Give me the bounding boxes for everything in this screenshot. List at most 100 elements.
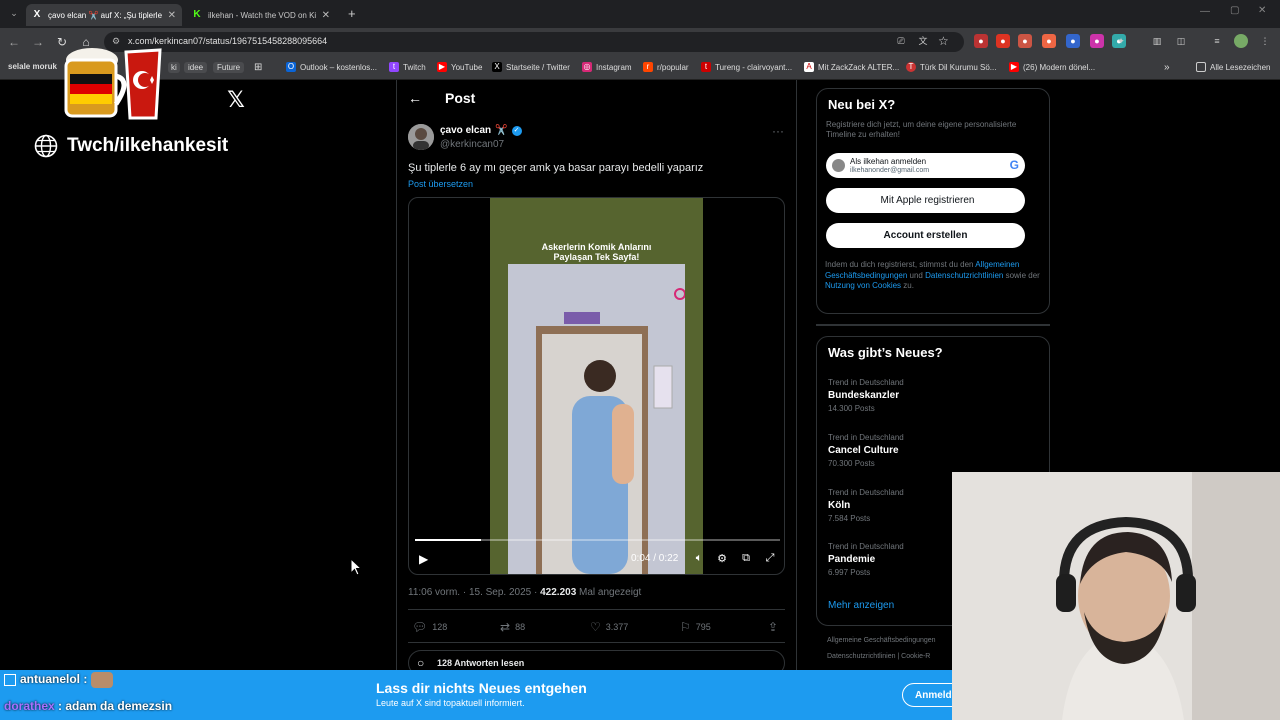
create-account-button[interactable]: Account erstellen <box>826 223 1025 248</box>
extension-icon[interactable]: ● <box>996 34 1010 48</box>
media-control-icon[interactable]: ≡ <box>1210 34 1224 48</box>
reply-button[interactable]: 💬︎ 128 <box>412 620 447 634</box>
bookmark-youtube[interactable]: ▶ YouTube <box>437 62 482 72</box>
tab-kick-vod[interactable]: K ilkehan - Watch the VOD on Ki ✕ <box>186 4 336 26</box>
install-app-icon[interactable]: ⎚ <box>894 34 908 48</box>
close-tab-icon[interactable]: ✕ <box>322 10 330 21</box>
extension-icon[interactable]: ● <box>1090 34 1104 48</box>
x-icon: X <box>492 62 502 72</box>
reading-list-icon[interactable]: ◫ <box>1174 34 1188 48</box>
kick-favicon-icon: K <box>193 9 201 20</box>
profile-avatar[interactable] <box>1234 34 1248 48</box>
footer-links[interactable]: Allgemeine Geschäftsbedingungen <box>827 637 936 644</box>
fullscreen-icon[interactable]: ⤢ <box>763 552 777 565</box>
all-bookmarks[interactable]: Alle Lesezeichen <box>1196 62 1270 72</box>
show-more-link[interactable]: Mehr anzeigen <box>828 600 894 611</box>
signup-title: Neu bei X? <box>828 97 896 112</box>
bookmark-tureng[interactable]: t Tureng - clairvoyant... <box>701 62 792 72</box>
google-signin-button[interactable]: Als ilkehan anmelden ilkehanonder@gmail.… <box>826 153 1025 178</box>
author-handle[interactable]: @kerkincan07 <box>440 139 504 150</box>
chat-emote <box>90 672 113 688</box>
twitch-icon: t <box>389 62 399 72</box>
x-logo[interactable]: 𝕏 <box>224 88 248 112</box>
tab-search-icon[interactable]: ⌄ <box>6 5 22 21</box>
tureng-icon: t <box>701 62 711 72</box>
zackzack-icon: A <box>804 62 814 72</box>
settings-gear-icon[interactable]: ⚙ <box>715 552 729 565</box>
video-progress-bar[interactable] <box>415 539 780 541</box>
address-bar[interactable]: ⚙ x.com/kerkincan07/status/1967515458288… <box>104 32 964 52</box>
legal-text: Indem du dich registrierst, stimmst du d… <box>825 260 1040 290</box>
trend-item[interactable]: Trend in Deutschland Bundeskanzler 14.30… <box>828 378 1028 413</box>
author-name[interactable]: çavo elcan ✂️ ✓ <box>440 125 522 136</box>
post-timestamp[interactable]: 11:06 vorm. · 15. Sep. 2025 · <box>408 587 540 598</box>
like-button[interactable]: ♡ 3.377 <box>590 620 628 634</box>
menu-icon[interactable]: ⋮ <box>1258 34 1272 48</box>
extension-icon[interactable]: ● <box>1066 34 1080 48</box>
close-window-icon[interactable]: ✕ <box>1258 5 1266 16</box>
translate-post-link[interactable]: Post übersetzen <box>408 179 473 189</box>
tab-x-post[interactable]: X çavo elcan ✂️ auf X: „Şu tiplerle ✕ <box>26 4 182 26</box>
repost-button[interactable]: ⇄ 88 <box>500 620 525 634</box>
bookmark-item[interactable]: selale moruk <box>8 62 57 71</box>
back-arrow-icon[interactable]: ← <box>408 90 422 106</box>
forward-icon[interactable]: → <box>30 34 46 50</box>
google-email: ilkehanonder@gmail.com <box>850 167 930 174</box>
chat-badge-icon <box>4 674 16 686</box>
twitch-handle-overlay: Twch/ilkehankesit <box>34 134 228 158</box>
privacy-link[interactable]: Datenschutzrichtlinien <box>925 271 1003 280</box>
footer-links[interactable]: Datenschutzrichtlinien | Cookie-R <box>827 653 930 660</box>
translate-icon[interactable]: 文 <box>916 34 930 48</box>
twitch-handle-text: Twch/ilkehankesit <box>67 135 229 156</box>
trend-item[interactable]: Trend in Deutschland Cancel Culture 70.3… <box>828 433 1028 468</box>
close-tab-icon[interactable]: ✕ <box>168 10 176 21</box>
view-count: 422.203 <box>540 587 577 598</box>
heart-icon: ♡ <box>590 620 601 634</box>
apple-signup-button[interactable]: Mit Apple registrieren <box>826 188 1025 213</box>
author-name-text: çavo elcan <box>440 125 492 136</box>
bookmark-instagram[interactable]: ◎ Instagram <box>582 62 632 72</box>
bookmark-twitter[interactable]: X Startseite / Twitter <box>492 62 570 72</box>
restore-window-icon[interactable]: ▢ <box>1230 5 1239 16</box>
repost-icon: ⇄ <box>500 620 511 634</box>
extension-icon[interactable]: ● <box>974 34 988 48</box>
tab-title: ilkehan - Watch the VOD on Ki <box>208 10 317 20</box>
video-player[interactable]: Askerlerin Komik Anlarını Paylaşan Tek S… <box>408 197 785 575</box>
google-account-avatar <box>832 159 845 172</box>
volume-icon[interactable]: 🔈︎ <box>692 552 706 565</box>
page-title: Post <box>445 90 476 106</box>
bookmarks-bar: selale moruk ki idee Future ⊞ O Outlook –… <box>0 56 1280 80</box>
bookmark-outlook[interactable]: O Outlook – kostenlos... <box>286 62 377 72</box>
bookmark-twitch[interactable]: t Twitch <box>389 62 426 72</box>
extension-icon[interactable]: ● <box>1018 34 1032 48</box>
bookmark-item[interactable]: Future <box>213 62 245 73</box>
verified-badge-icon: ✓ <box>511 125 522 136</box>
bookmark-zackzack[interactable]: A Mit ZackZack ALTER... <box>804 62 899 72</box>
bookmark-star-icon[interactable]: ☆ <box>938 34 949 48</box>
bookmark-button[interactable]: ⚐ 795 <box>680 620 711 634</box>
youtube-icon: ▶ <box>1009 62 1019 72</box>
bookmark-youtube-2[interactable]: ▶ (26) Modern dönel... <box>1009 62 1095 72</box>
bookmark-reddit[interactable]: r r/popular <box>643 62 689 72</box>
beer-tea-sticker <box>64 48 162 120</box>
side-panel-icon[interactable]: ▥ <box>1150 34 1164 48</box>
back-icon[interactable]: ← <box>6 34 22 50</box>
author-avatar[interactable] <box>408 124 434 150</box>
extensions-puzzle-icon[interactable]: ✦ <box>1114 34 1128 48</box>
picture-in-picture-icon[interactable]: ⧉ <box>739 552 753 565</box>
extension-icon[interactable]: ● <box>1042 34 1056 48</box>
minimize-window-icon[interactable]: — <box>1200 6 1210 17</box>
chat-message: dorathex : adam da demezsin <box>4 699 173 713</box>
new-tab-button[interactable]: + <box>348 6 356 21</box>
apps-grid-icon[interactable]: ⊞ <box>254 62 262 73</box>
cookies-link[interactable]: Nutzung von Cookies <box>825 281 901 290</box>
speech-bubble-icon: ○ <box>417 656 425 670</box>
share-button[interactable]: ⇪ <box>768 620 778 634</box>
bookmarks-overflow-icon[interactable]: » <box>1164 62 1170 73</box>
tdk-icon: T <box>906 62 916 72</box>
globe-icon <box>34 134 58 158</box>
more-options-icon[interactable]: ··· <box>772 124 784 138</box>
bookmark-item[interactable]: idee <box>184 62 208 73</box>
play-icon[interactable]: ▶ <box>419 552 428 566</box>
bookmark-tdk[interactable]: T Türk Dil Kurumu Sö... <box>906 62 996 72</box>
